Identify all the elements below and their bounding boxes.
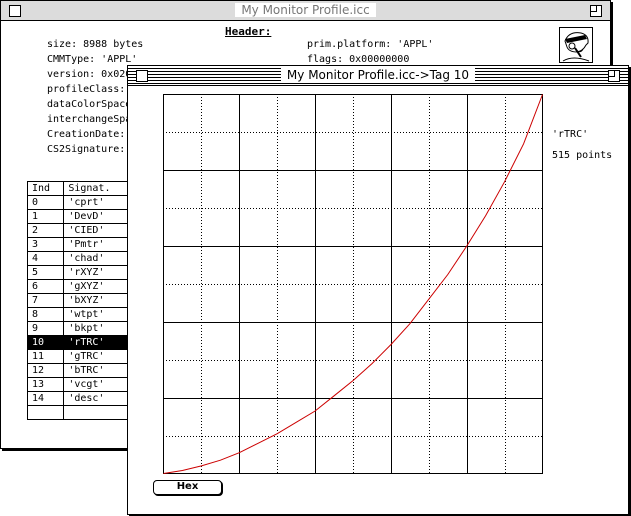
tag-graph-window[interactable]: My Monitor Profile.icc->Tag 10 'rTRC' 51…	[127, 65, 629, 515]
table-row[interactable]: 8'wtpt'	[26, 307, 133, 322]
cell-signature: 'bkpt'	[63, 321, 133, 336]
cell-index: 7	[26, 293, 65, 308]
tag-signature-label: 'rTRC'	[552, 129, 589, 140]
cell-signature: 'gXYZ'	[63, 279, 133, 294]
cell-index: 14	[26, 391, 65, 406]
field-cmm-type: CMMType: 'APPL'	[47, 54, 138, 65]
table-row[interactable]: 5'rXYZ'	[26, 265, 133, 280]
cell-signature: 'rXYZ'	[63, 265, 133, 280]
cell-index: 4	[26, 251, 65, 266]
header-label: Header:	[225, 25, 272, 38]
window-title: My Monitor Profile.icc->Tag 10	[280, 68, 476, 82]
table-row[interactable]: 12'bTRC'	[26, 363, 133, 378]
table-row[interactable]: 0'cprt'	[26, 195, 133, 210]
cell-signature: 'vcgt'	[63, 377, 133, 392]
column-header-signature: Signat.	[63, 181, 133, 196]
table-row[interactable]: 9'bkpt'	[26, 321, 133, 336]
cell-index: 1	[26, 209, 65, 224]
cell-signature: 'Pmtr'	[63, 237, 133, 252]
window-title: My Monitor Profile.icc	[235, 3, 376, 17]
inspector-man-icon	[559, 27, 593, 63]
table-row[interactable]: 3 'Pmtr'	[26, 237, 133, 252]
field-platform: prim.platform: 'APPL'	[307, 39, 434, 50]
field-creation-date: CreationDate:	[47, 129, 126, 140]
cell-index: 0	[26, 195, 65, 210]
cell-signature: 'DevD'	[63, 209, 133, 224]
column-header-index: Ind	[26, 181, 65, 196]
trc-curve-plot	[163, 94, 543, 474]
table-row[interactable]: 7'bXYZ'	[26, 293, 133, 308]
hex-button[interactable]: Hex	[153, 480, 222, 495]
tag-table-header: Ind Signat.	[26, 181, 133, 196]
tag-table[interactable]: Ind Signat. 0'cprt' 1 'DevD' 2 'CIED' 3 'Pmtr'…	[26, 181, 133, 420]
cell-signature: 'cprt'	[63, 195, 133, 210]
table-row[interactable]: 6'gXYZ'	[26, 279, 133, 294]
table-row[interactable]: 4'chad'	[26, 251, 133, 266]
cell-index: 2	[26, 223, 65, 238]
field-interchange-space: interchangeSpa	[47, 114, 132, 125]
zoom-box-icon[interactable]	[608, 70, 620, 82]
cell-index: 6	[26, 279, 65, 294]
field-data-color-space: dataColorSpace	[47, 99, 132, 110]
field-size: size: 8988 bytes	[47, 39, 144, 50]
profile-window-titlebar[interactable]: My Monitor Profile.icc	[1, 1, 610, 21]
points-count-label: 515 points	[552, 150, 613, 161]
field-cs2-signature: CS2Signature:	[47, 144, 126, 155]
cell-signature: 'wtpt'	[63, 307, 133, 322]
cell-index: 5	[26, 265, 65, 280]
cell-index: 10	[26, 335, 65, 350]
table-row[interactable]: 2 'CIED'	[26, 223, 133, 238]
table-row[interactable]: 10'rTRC'	[26, 335, 133, 350]
cell-empty	[26, 405, 65, 420]
cell-signature: 'rTRC'	[63, 335, 133, 350]
field-version: version: 0x020	[47, 69, 132, 80]
cell-signature: 'bTRC'	[63, 363, 133, 378]
cell-index: 3	[26, 237, 65, 252]
cell-index: 13	[26, 377, 65, 392]
tag-graph-titlebar[interactable]: My Monitor Profile.icc->Tag 10	[128, 66, 628, 86]
cell-index: 8	[26, 307, 65, 322]
cell-index: 11	[26, 349, 65, 364]
close-box-icon[interactable]	[9, 5, 21, 17]
field-flags: flags: 0x00000000	[307, 54, 410, 65]
cell-signature: 'bXYZ'	[63, 293, 133, 308]
cell-signature: 'gTRC'	[63, 349, 133, 364]
close-box-icon[interactable]	[136, 70, 148, 82]
cell-signature: 'CIED'	[63, 223, 133, 238]
table-row[interactable]: 13'vcgt'	[26, 377, 133, 392]
table-row[interactable]: 1 'DevD'	[26, 209, 133, 224]
cell-index: 12	[26, 363, 65, 378]
trc-curve-svg	[163, 94, 543, 474]
zoom-box-icon[interactable]	[590, 5, 602, 17]
cell-empty	[63, 405, 133, 420]
cell-signature: 'desc'	[63, 391, 133, 406]
cell-signature: 'chad'	[63, 251, 133, 266]
table-row-empty	[26, 405, 133, 420]
table-row[interactable]: 11'gTRC'	[26, 349, 133, 364]
table-row[interactable]: 14'desc'	[26, 391, 133, 406]
cell-index: 9	[26, 321, 65, 336]
field-profile-class: profileClass:	[47, 84, 126, 95]
